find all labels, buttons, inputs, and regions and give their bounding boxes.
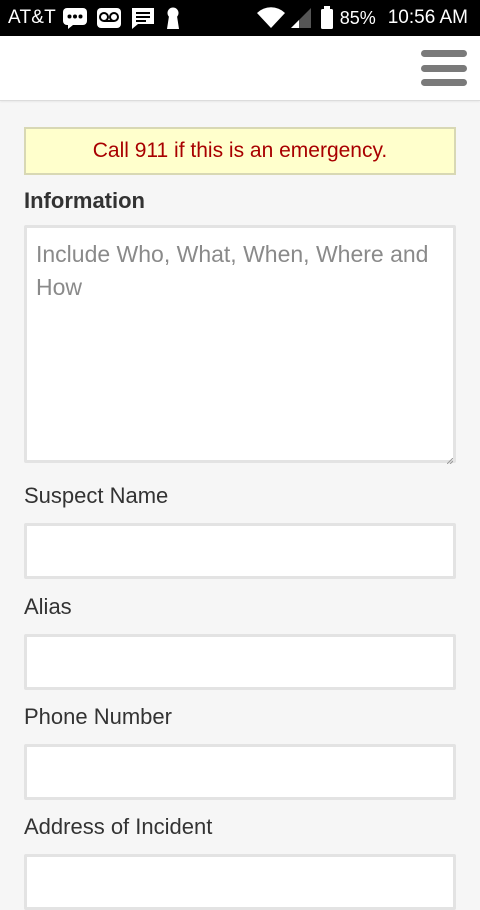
carrier-name: AT&T — [8, 7, 56, 28]
battery-percent: 85% — [339, 7, 376, 28]
phone-number-input[interactable] — [24, 744, 456, 800]
address-of-incident-label: Address of Incident — [24, 814, 213, 839]
information-textarea-wrap — [24, 225, 456, 468]
resize-grip-icon[interactable] — [447, 458, 453, 464]
menu-bar-line — [421, 50, 467, 57]
report-form: Call 911 if this is an emergency. Inform… — [24, 127, 456, 910]
address-of-incident-input[interactable] — [24, 854, 456, 910]
status-clock: 10:56 AM — [387, 7, 468, 28]
voicemail-icon — [96, 7, 122, 29]
status-left: AT&T — [8, 0, 190, 36]
app-bar — [0, 36, 480, 101]
messages-icon — [62, 7, 88, 29]
status-bar: AT&T 85% 10:56 AM — [0, 0, 480, 36]
status-right: 85% 10:56 AM — [256, 0, 468, 36]
information-heading: Information — [24, 188, 145, 213]
emergency-alert: Call 911 if this is an emergency. — [24, 127, 456, 175]
suspect-name-input[interactable] — [24, 523, 456, 579]
menu-bar-line — [421, 64, 467, 72]
hamburger-menu-icon[interactable] — [420, 50, 468, 86]
battery-icon — [320, 6, 334, 30]
phone-number-label: Phone Number — [24, 704, 172, 729]
information-textarea[interactable] — [24, 225, 456, 463]
suspect-name-label: Suspect Name — [24, 483, 169, 508]
emergency-alert-text: Call 911 if this is an emergency. — [92, 139, 388, 162]
menu-bar-line — [421, 79, 467, 86]
chat-icon — [130, 6, 156, 30]
alias-input[interactable] — [24, 634, 456, 690]
wifi-icon — [256, 6, 286, 30]
alias-label: Alias — [24, 594, 72, 619]
signal-icon — [290, 7, 312, 29]
keyhole-icon — [164, 6, 182, 30]
